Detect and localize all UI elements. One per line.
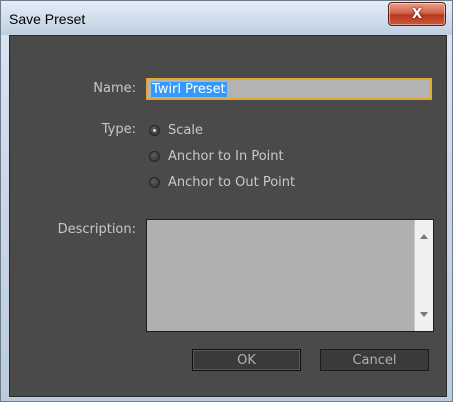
radio-button[interactable]: [149, 150, 160, 162]
save-preset-dialog: Save Preset X Name: Twirl Preset Type: S…: [0, 0, 453, 402]
name-label: Name:: [93, 81, 136, 96]
type-option-scale[interactable]: Scale: [149, 121, 203, 139]
dialog-title: Save Preset: [9, 11, 86, 27]
scroll-down-arrow-icon[interactable]: [420, 312, 428, 317]
description-textarea[interactable]: [146, 219, 434, 332]
scroll-up-arrow-icon[interactable]: [420, 234, 428, 239]
radio-button-checked[interactable]: [149, 124, 160, 136]
title-bar[interactable]: Save Preset X: [1, 1, 452, 35]
close-button[interactable]: X: [388, 2, 446, 26]
description-scrollbar[interactable]: [414, 220, 433, 331]
cancel-button[interactable]: Cancel: [320, 349, 429, 371]
type-option-label: Anchor to Out Point: [168, 174, 296, 190]
type-option-anchor-out[interactable]: Anchor to Out Point: [149, 173, 295, 191]
type-option-anchor-in[interactable]: Anchor to In Point: [149, 147, 284, 165]
description-label: Description:: [57, 222, 136, 237]
radio-button[interactable]: [149, 176, 160, 188]
type-option-label: Scale: [168, 122, 203, 138]
type-label: Type:: [101, 122, 136, 137]
close-icon: X: [411, 6, 423, 22]
type-option-label: Anchor to In Point: [168, 148, 284, 164]
ok-button[interactable]: OK: [192, 349, 301, 371]
name-input[interactable]: Twirl Preset: [146, 78, 432, 100]
name-input-value: Twirl Preset: [151, 82, 227, 97]
dialog-body: Name: Twirl Preset Type: Scale Anchor to…: [9, 35, 447, 397]
